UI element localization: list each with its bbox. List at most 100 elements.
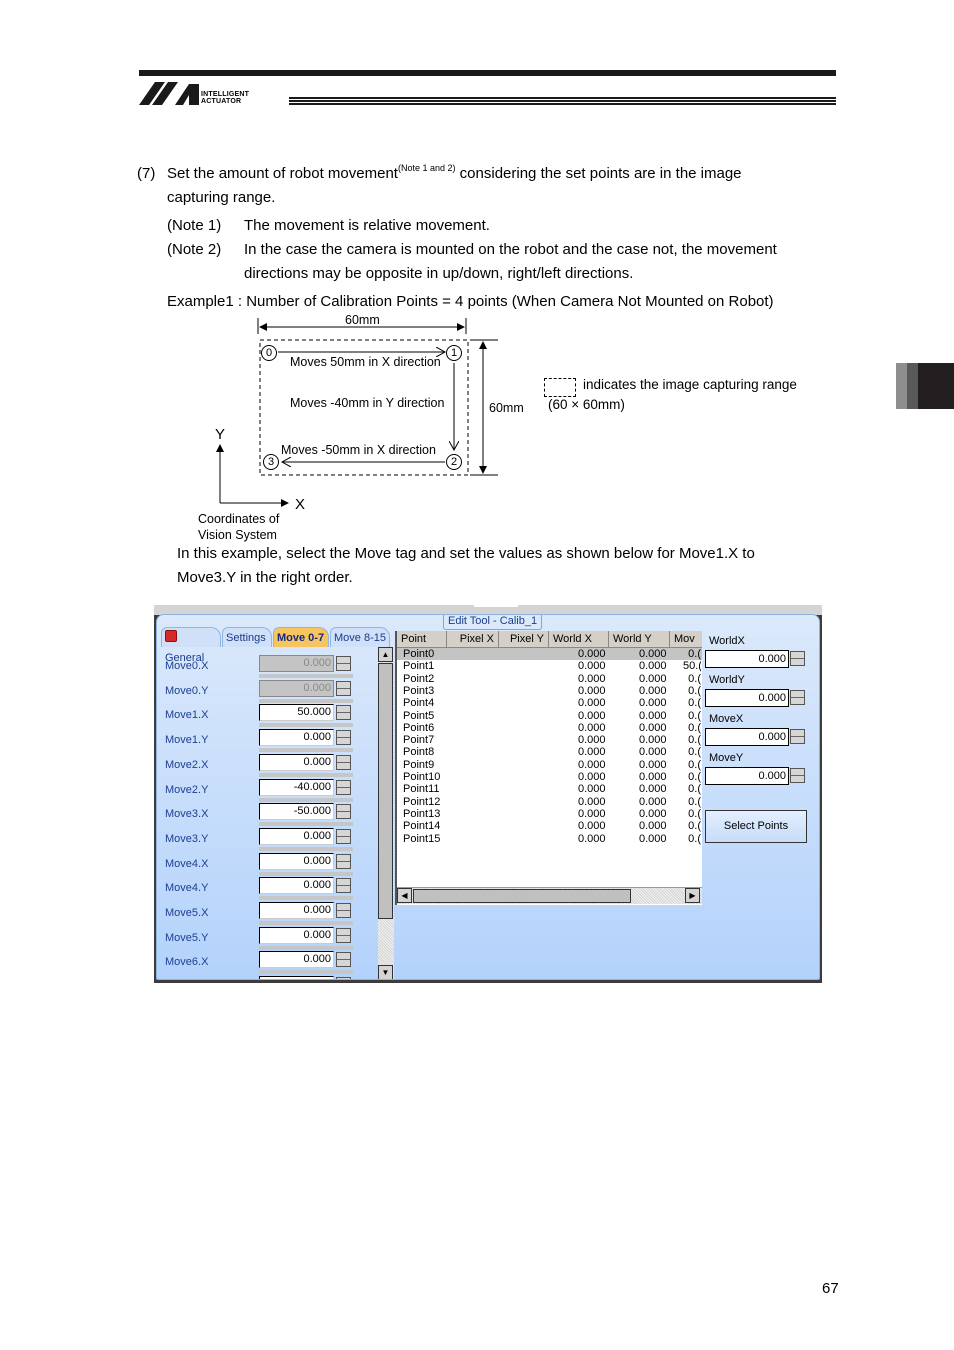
grid-row[interactable]: Point10 0.000 0.000 0.( [397, 771, 702, 783]
move-field-value[interactable]: -40.000 [259, 778, 334, 796]
move-field-input[interactable]: 0.000 [259, 926, 353, 950]
grid-row[interactable]: Point11 0.000 0.000 0.( [397, 783, 702, 795]
movey-spinner[interactable] [790, 768, 805, 783]
worldy-value[interactable]: 0.000 [705, 689, 789, 707]
tab-move-0-7[interactable]: Move 0-7 [273, 627, 329, 647]
grid-row[interactable]: Point13 0.000 0.000 0.( [397, 808, 702, 820]
grid-row[interactable]: Point6 0.000 0.000 0.( [397, 722, 702, 734]
window-body: Edit Tool - Calib_1 General Settings Mov… [156, 614, 820, 980]
move-field-value[interactable]: 0.000 [259, 976, 334, 979]
tab-move-8-15[interactable]: Move 8-15 [330, 627, 390, 647]
spinner-icon[interactable] [336, 853, 351, 869]
spinner-icon[interactable] [336, 977, 351, 979]
select-points-button[interactable]: Select Points [705, 810, 807, 843]
cell-world-y: 0.000 [639, 771, 667, 783]
worldy-spinner[interactable] [790, 690, 805, 705]
tab-general[interactable]: General [161, 627, 221, 664]
vertical-scrollbar[interactable]: ▲ ▼ [378, 647, 394, 979]
field-underline [259, 846, 353, 851]
move-field-value[interactable]: 0.000 [259, 902, 334, 919]
movex-label: MoveX [709, 713, 744, 725]
worldx-spinner[interactable] [790, 651, 805, 666]
move-field-row: Move3.X -50.000 [161, 803, 361, 828]
move-field-value[interactable]: 0.000 [259, 729, 334, 747]
height-dimension-label: 60mm [489, 401, 524, 415]
horizontal-scrollbar[interactable]: ◀ ▶ [397, 887, 702, 904]
scroll-up-button[interactable]: ▲ [378, 647, 393, 662]
spinner-icon[interactable] [336, 730, 351, 746]
move-field-value[interactable]: 0.000 [259, 827, 334, 845]
spinner-icon[interactable] [336, 903, 351, 918]
move-field-input[interactable]: 0.000 [259, 902, 353, 925]
spinner-icon[interactable] [336, 754, 351, 770]
spinner-icon[interactable] [336, 952, 351, 968]
move-field-input[interactable]: 0.000 [259, 976, 353, 979]
spinner-icon[interactable] [336, 927, 351, 943]
col-pixel-x[interactable]: Pixel X [447, 631, 499, 647]
cell-world-y: 0.000 [639, 832, 667, 845]
cell-world-y: 0.000 [639, 660, 667, 673]
move-field-input[interactable]: -40.000 [259, 778, 353, 802]
spinner-icon[interactable] [336, 779, 351, 795]
coordinates-caption-2: Vision System [198, 528, 277, 542]
grid-row[interactable]: Point12 0.000 0.000 0.( [397, 796, 702, 808]
col-world-x[interactable]: World X [549, 631, 609, 647]
move-field-value[interactable]: -50.000 [259, 803, 334, 821]
grid-row[interactable]: Point3 0.000 0.000 0.( [397, 685, 702, 697]
grid-row[interactable]: Point7 0.000 0.000 0.( [397, 734, 702, 746]
grid-row[interactable]: Point1 0.000 0.000 50.( [397, 660, 702, 672]
grid-row[interactable]: Point14 0.000 0.000 0.( [397, 820, 702, 832]
h-scroll-thumb[interactable] [413, 889, 631, 903]
move-field-value[interactable]: 0.000 [259, 753, 334, 771]
move-fields-panel: Move0.X 0.000 Move0.Y 0.000 Move1.X 50.000 Mov… [161, 647, 378, 979]
cell-point: Point9 [403, 758, 435, 771]
cell-point: Point7 [403, 734, 435, 747]
move-field-label: Move3.Y [165, 832, 209, 845]
move-field-input[interactable]: 0.000 [259, 951, 353, 975]
movex-value[interactable]: 0.000 [705, 728, 789, 746]
col-world-y[interactable]: World Y [609, 631, 670, 647]
grid-row[interactable]: Point5 0.000 0.000 0.( [397, 710, 702, 722]
grid-row[interactable]: Point4 0.000 0.000 0.( [397, 697, 702, 709]
move-field-input[interactable]: 0.000 [259, 852, 353, 876]
grid-row[interactable]: Point8 0.000 0.000 0.( [397, 746, 702, 758]
movey-input[interactable]: 0.000 [705, 767, 807, 785]
brand-name: INTELLIGENT ACTUATOR [201, 91, 249, 105]
spinner-icon[interactable] [336, 828, 351, 844]
move-field-value[interactable]: 0.000 [259, 951, 334, 969]
spinner-icon[interactable] [336, 804, 351, 820]
worldx-input[interactable]: 0.000 [705, 650, 807, 668]
move-field-value[interactable]: 0.000 [259, 926, 334, 944]
move-field-value[interactable]: 0.000 [259, 852, 334, 870]
worldx-value[interactable]: 0.000 [705, 650, 789, 668]
grid-row[interactable]: Point9 0.000 0.000 0.( [397, 759, 702, 771]
move-field-input[interactable]: 0.000 [259, 877, 353, 901]
worldy-input[interactable]: 0.000 [705, 689, 807, 707]
grid-row[interactable]: Point15 0.000 0.000 0.( [397, 833, 702, 845]
spinner-icon[interactable] [336, 878, 351, 894]
points-grid: Point Pixel X Pixel Y World X World Y Mo… [395, 631, 702, 905]
move-field-input[interactable]: 50.000 [259, 704, 353, 728]
move-field-input[interactable]: 0.000 [259, 827, 353, 851]
tab-settings[interactable]: Settings [222, 627, 272, 647]
col-point[interactable]: Point [397, 631, 447, 647]
col-pixel-y[interactable]: Pixel Y [499, 631, 549, 647]
scroll-down-button[interactable]: ▼ [378, 965, 393, 979]
cell-point: Point10 [403, 771, 441, 783]
scroll-right-button[interactable]: ▶ [685, 888, 700, 903]
move-field-input[interactable]: 0.000 [259, 729, 353, 753]
move-field-value[interactable]: 50.000 [259, 704, 334, 722]
movey-value[interactable]: 0.000 [705, 767, 789, 785]
move-field-value[interactable]: 0.000 [259, 877, 334, 895]
move-field-input[interactable]: -50.000 [259, 803, 353, 827]
col-move[interactable]: Mov [670, 631, 702, 647]
grid-row[interactable]: Point0 0.000 0.000 0.( [397, 648, 702, 661]
movex-input[interactable]: 0.000 [705, 728, 807, 746]
scroll-left-button[interactable]: ◀ [397, 888, 412, 903]
movex-spinner[interactable] [790, 729, 805, 744]
cell-move: 0.( [688, 721, 701, 734]
spinner-icon[interactable] [336, 705, 351, 721]
grid-row[interactable]: Point2 0.000 0.000 0.( [397, 673, 702, 685]
move-field-input[interactable]: 0.000 [259, 753, 353, 777]
scroll-thumb[interactable] [378, 663, 393, 919]
